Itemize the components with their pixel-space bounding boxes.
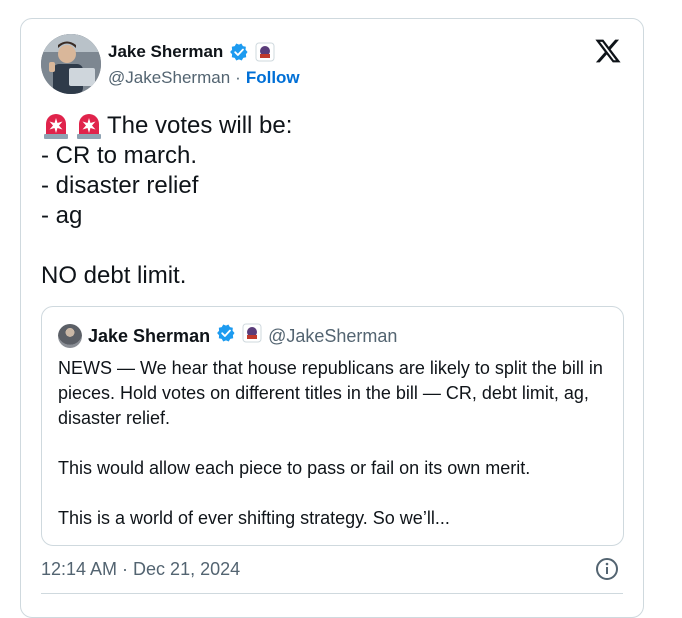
affiliate-badge-icon [242,323,262,348]
quoted-paragraph: This is a world of ever shifting strateg… [58,508,450,528]
author-name[interactable]: Jake Sherman [108,41,223,63]
author-handle[interactable]: @JakeSherman [108,67,230,89]
quoted-tweet-header: Jake Sherman @JakeSherman [58,323,397,348]
quoted-author-avatar [58,323,82,348]
quoted-author-name: Jake Sherman [88,325,211,346]
info-icon[interactable] [595,557,619,581]
tweet-card: Jake Sherman @JakeSherman · Follow The v… [20,18,644,618]
affiliate-badge-icon[interactable] [255,42,275,62]
quoted-paragraph: This would allow each piece to pass or f… [58,458,531,478]
tweet-line-text: The votes will be: [107,112,293,139]
tweet-line: - CR to march. [41,142,198,169]
author-avatar[interactable] [41,34,101,94]
quoted-author-handle: @JakeSherman [268,325,398,346]
rotating-light-emoji-icon [44,114,68,139]
tweet-line: NO debt limit. [41,262,187,289]
tweet-line: - ag [41,202,83,229]
author-handle-row: @JakeSherman · Follow [108,67,300,89]
quoted-paragraph: NEWS — We hear that house republicans ar… [58,358,603,428]
avatar-photo-icon [41,34,101,94]
rotating-light-emoji-icon [77,114,101,139]
verified-badge-icon[interactable] [229,42,249,62]
quoted-tweet-text: NEWS — We hear that house republicans ar… [58,356,608,556]
author-name-row: Jake Sherman [108,41,275,63]
tweet-timestamp[interactable]: 12:14 AM · Dec 21, 2024 [41,557,240,581]
tweet-text: The votes will be: - CR to march. - disa… [41,111,621,291]
verified-badge-icon [216,323,236,348]
divider [41,593,623,594]
tweet-line: The votes will be: [41,111,621,141]
tweet-line: - disaster relief [41,172,199,199]
follow-button[interactable]: Follow [246,67,300,89]
handle-separator: · [235,68,241,87]
quoted-tweet[interactable]: Jake Sherman @JakeSherman NEWS — We hear… [41,306,624,546]
x-logo-icon[interactable] [593,37,623,65]
